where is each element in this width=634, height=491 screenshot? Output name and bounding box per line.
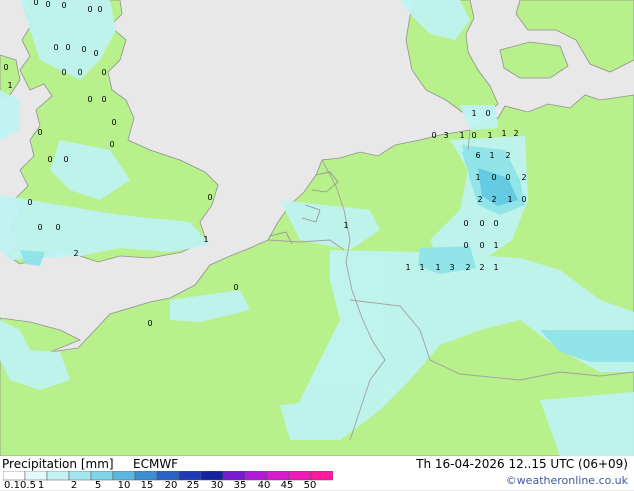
precip-value: 0 bbox=[37, 128, 42, 137]
legend-tick-label: 15 bbox=[140, 480, 154, 491]
precip-value: 2 bbox=[505, 151, 510, 160]
precip-value: 1 bbox=[459, 131, 464, 140]
precip-value: 0 bbox=[471, 131, 476, 140]
precip-value: 0 bbox=[37, 223, 42, 232]
legend-tick-label: 1 bbox=[37, 480, 45, 491]
precip-value: 0 bbox=[207, 193, 212, 202]
precip-value: 0 bbox=[65, 43, 70, 52]
precip-value: 0 bbox=[479, 241, 484, 250]
precip-value: 0 bbox=[61, 1, 66, 10]
precip-value: 1 bbox=[489, 151, 494, 160]
colorbar-segment bbox=[90, 471, 114, 481]
colorbar-segment bbox=[222, 471, 246, 481]
precip-value: 1 bbox=[405, 263, 410, 272]
colorbar-segment bbox=[3, 471, 26, 481]
precip-value: 2 bbox=[491, 195, 496, 204]
precip-value: 0 bbox=[505, 173, 510, 182]
precip-value: 6 bbox=[475, 151, 480, 160]
colorbar-segment bbox=[24, 471, 48, 481]
precip-value: 0 bbox=[81, 45, 86, 54]
legend-tick-label: 30 bbox=[210, 480, 224, 491]
colorbar-segment bbox=[112, 471, 136, 481]
precip-value: 0 bbox=[101, 68, 106, 77]
precip-value: 0 bbox=[431, 131, 436, 140]
precip-value: 0 bbox=[45, 0, 50, 9]
precip-value: 0 bbox=[97, 5, 102, 14]
precip-value: 1 bbox=[493, 263, 498, 272]
precip-value: 2 bbox=[465, 263, 470, 272]
precip-value: 1 bbox=[343, 221, 348, 230]
precip-value: 1 bbox=[203, 235, 208, 244]
colorbar-segment bbox=[310, 471, 333, 481]
precip-value: 2 bbox=[479, 263, 484, 272]
legend-tick-label: 40 bbox=[257, 480, 271, 491]
precip-value: 0 bbox=[109, 140, 114, 149]
colorbar-segment bbox=[244, 471, 268, 481]
precip-value: 0 bbox=[463, 241, 468, 250]
precip-value: 0 bbox=[55, 223, 60, 232]
precip-value: 2 bbox=[521, 173, 526, 182]
colorbar-segment bbox=[156, 471, 180, 481]
legend-model: ECMWF bbox=[133, 457, 179, 471]
precip-value: 2 bbox=[513, 129, 518, 138]
precip-value: 1 bbox=[435, 263, 440, 272]
precip-value: 0 bbox=[63, 155, 68, 164]
precip-value: 0 bbox=[87, 5, 92, 14]
precip-value: 1 bbox=[7, 81, 12, 90]
precip-value: 1 bbox=[471, 109, 476, 118]
precip-value: 1 bbox=[419, 263, 424, 272]
colorbar-segment bbox=[178, 471, 202, 481]
colorbar-segment bbox=[288, 471, 312, 481]
precip-value: 1 bbox=[487, 131, 492, 140]
credit-link[interactable]: ©weatheronline.co.uk bbox=[506, 474, 628, 487]
legend-tick-label: 0.1 bbox=[4, 480, 20, 491]
precip-value: 0 bbox=[77, 68, 82, 77]
precip-value: 0 bbox=[463, 219, 468, 228]
precip-value: 0 bbox=[53, 43, 58, 52]
legend-tick-label: 5 bbox=[94, 480, 102, 491]
precip-value: 0 bbox=[233, 283, 238, 292]
precip-value: 0 bbox=[47, 155, 52, 164]
legend-tick-label: 2 bbox=[70, 480, 78, 491]
legend-title: Precipitation [mm] bbox=[2, 457, 114, 471]
precip-value: 0 bbox=[93, 49, 98, 58]
precip-value: 0 bbox=[101, 95, 106, 104]
legend-footer: Precipitation [mm] ECMWF Th 16-04-2026 1… bbox=[0, 456, 634, 491]
legend-tick-label: 0.5 bbox=[20, 480, 36, 491]
precip-value: 0 bbox=[27, 198, 32, 207]
colorbar-segment bbox=[134, 471, 158, 481]
valid-time: Th 16-04-2026 12..15 UTC (06+09) bbox=[416, 457, 628, 471]
precip-value: 3 bbox=[449, 263, 454, 272]
precipitation-map: 0 0 0 0 00 0 0 00 0 0010 00000 0000 012001 00 3 1 0 1 1 26 1… bbox=[0, 0, 634, 456]
precip-value: 0 bbox=[485, 109, 490, 118]
precip-value: 0 bbox=[147, 319, 152, 328]
precip-value: 0 bbox=[479, 219, 484, 228]
precip-value: 0 bbox=[491, 173, 496, 182]
precip-value: 0 bbox=[87, 95, 92, 104]
precip-value: 1 bbox=[475, 173, 480, 182]
precip-value: 1 bbox=[507, 195, 512, 204]
precip-value: 3 bbox=[443, 131, 448, 140]
legend-tick-label: 35 bbox=[233, 480, 247, 491]
legend-tick-label: 10 bbox=[117, 480, 131, 491]
precip-value: 1 bbox=[493, 241, 498, 250]
legend-tick-label: 25 bbox=[186, 480, 200, 491]
precip-value: 2 bbox=[73, 249, 78, 258]
precip-value: 0 bbox=[111, 118, 116, 127]
precip-value: 2 bbox=[477, 195, 482, 204]
legend-tick-label: 45 bbox=[280, 480, 294, 491]
legend-tick-label: 20 bbox=[164, 480, 178, 491]
precip-value: 0 bbox=[3, 63, 8, 72]
precip-value: 1 bbox=[501, 129, 506, 138]
precip-value: 0 bbox=[33, 0, 38, 7]
precip-value: 0 bbox=[61, 68, 66, 77]
colorbar-segment bbox=[68, 471, 92, 481]
colorbar-segment bbox=[200, 471, 224, 481]
legend-tick-label: 50 bbox=[303, 480, 317, 491]
precip-value: 0 bbox=[493, 219, 498, 228]
colorbar-segment bbox=[266, 471, 290, 481]
colorbar-segment bbox=[46, 471, 70, 481]
precip-value: 0 bbox=[521, 195, 526, 204]
